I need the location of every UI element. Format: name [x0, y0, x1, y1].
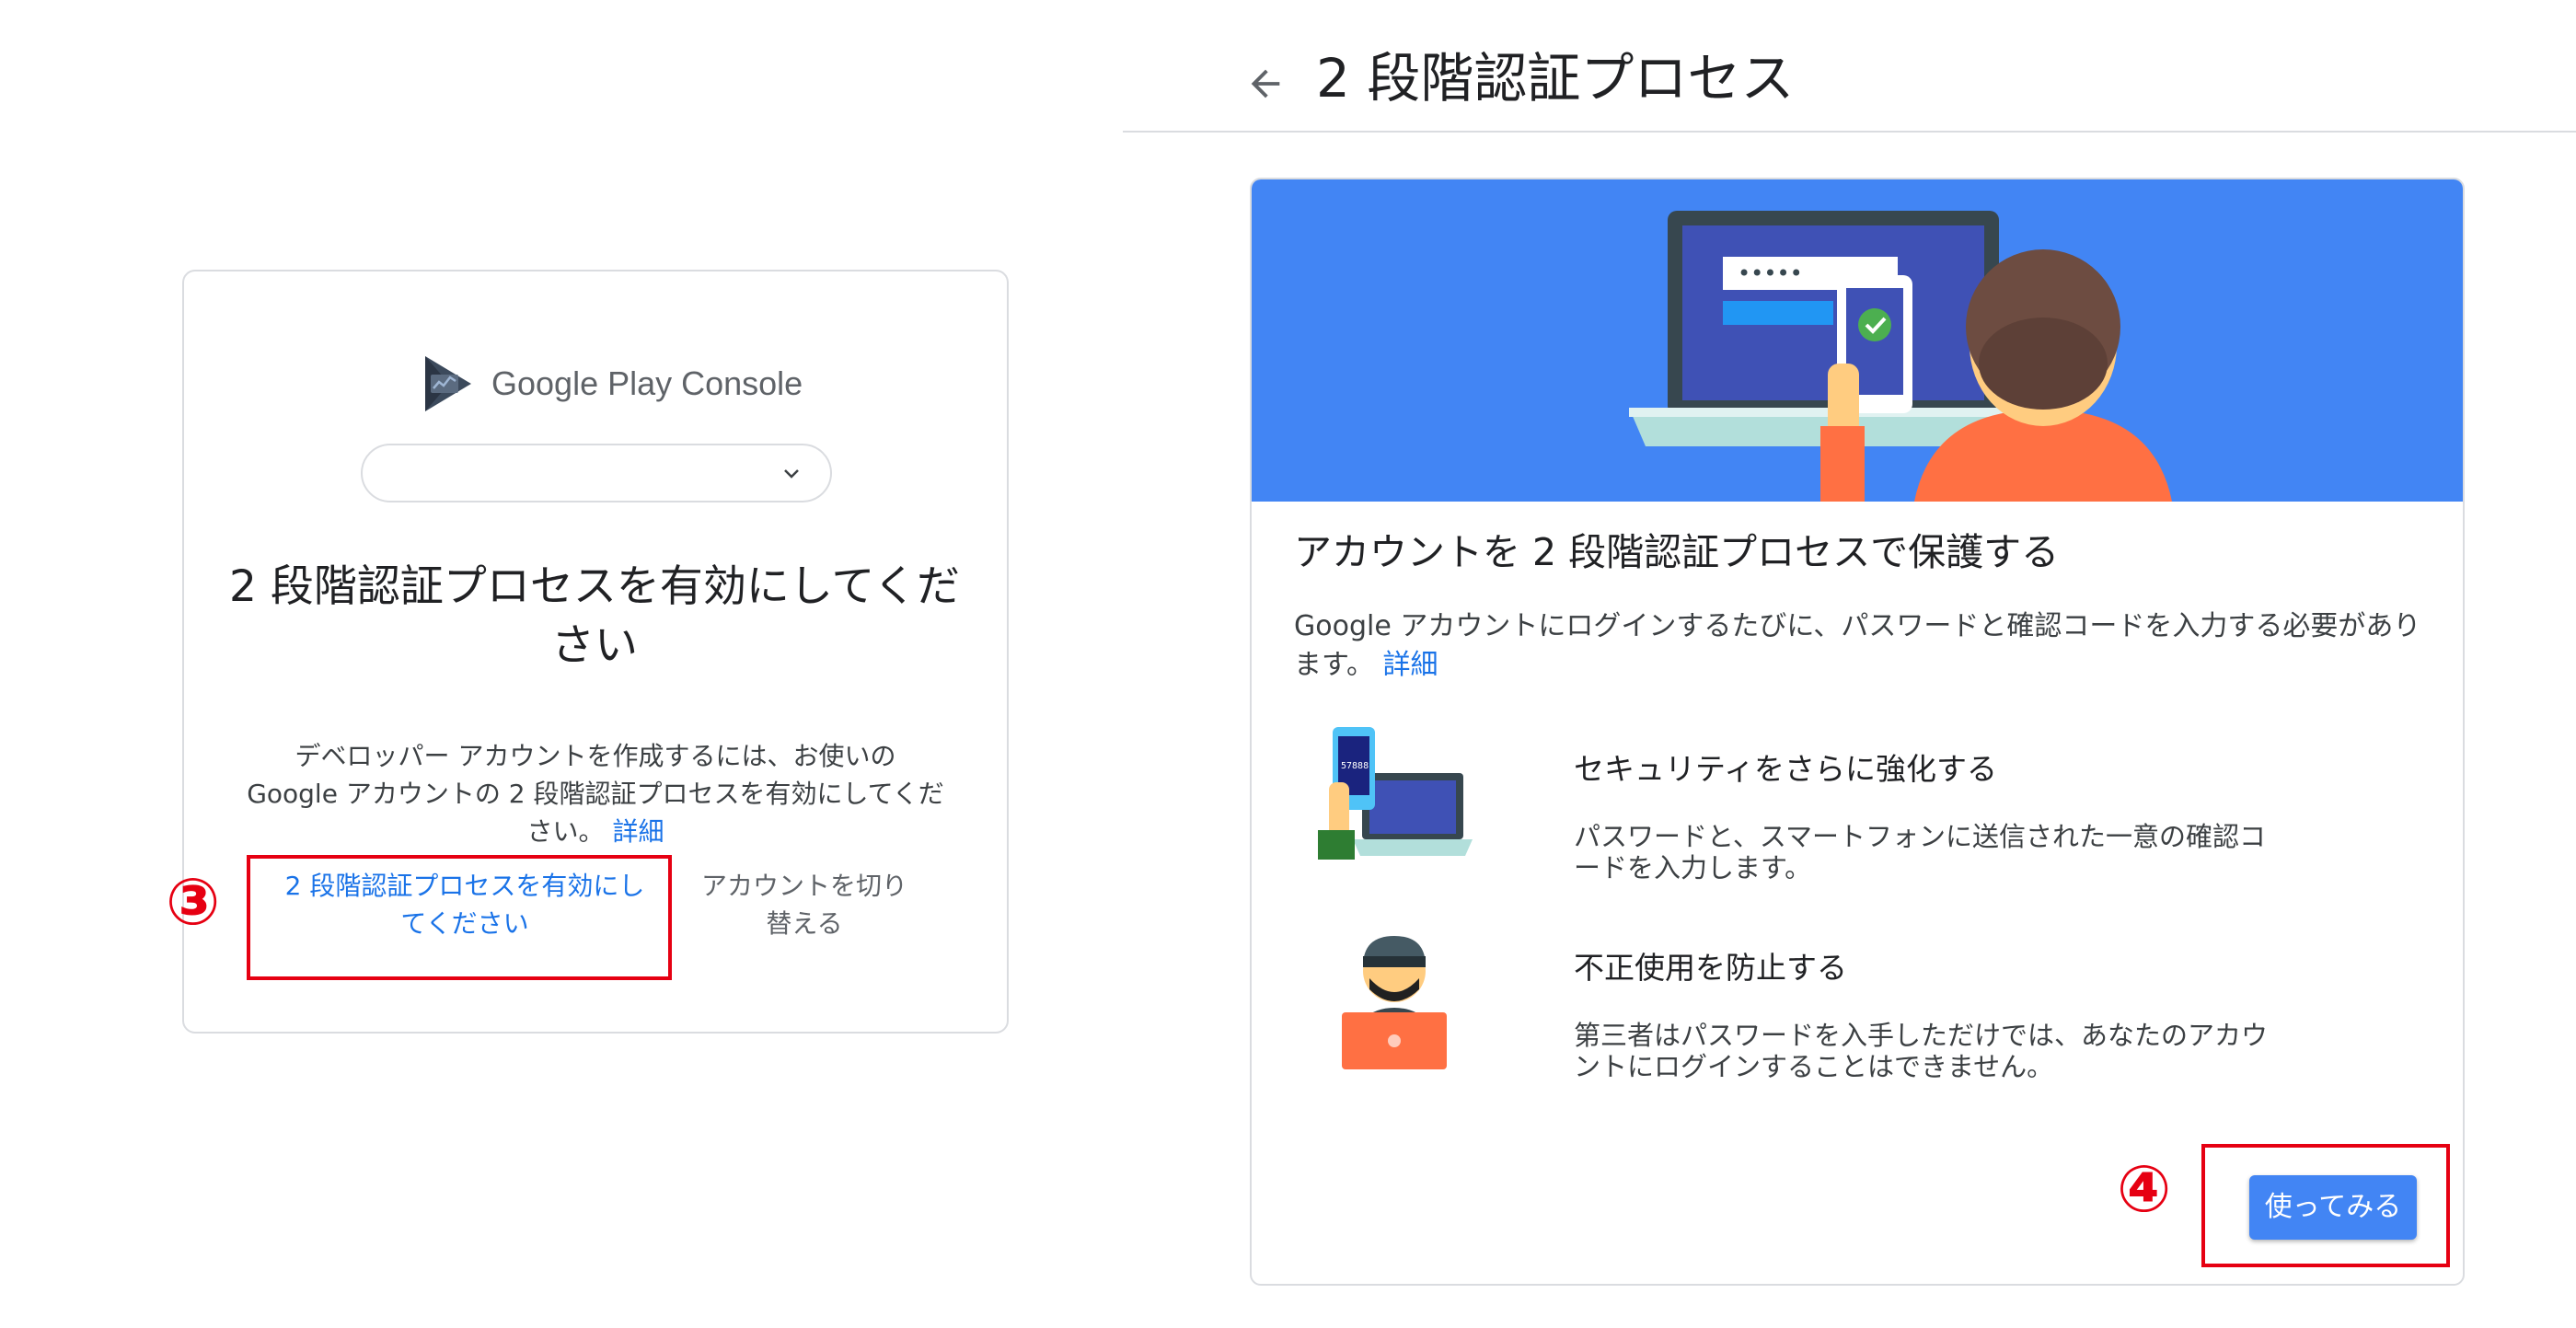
- left-description: デベロッパー アカウントを作成するには、お使いの Google アカウントの 2…: [247, 737, 944, 850]
- annotation-marker-4: ④: [2117, 1151, 2172, 1227]
- feature-1-title: セキュリティをさらに強化する: [1574, 751, 1998, 787]
- annotation-box-4: [2201, 1144, 2450, 1267]
- card-description-text: Google アカウントにログインするたびに、パスワードと確認コードを入力する必…: [1294, 610, 2421, 681]
- header-divider: [1123, 131, 2576, 133]
- hero-banner: •••••: [1252, 179, 2463, 502]
- left-page-title: 2 段階認証プロセスを有効にしてください: [228, 561, 961, 671]
- card-description: Google アカウントにログインするたびに、パスワードと確認コードを入力する必…: [1294, 607, 2435, 685]
- back-arrow-icon[interactable]: [1244, 63, 1287, 105]
- phone-laptop-illustration: 57888: [1318, 727, 1473, 860]
- feature-1-description: パスワードと、スマートフォンに送信された一意の確認コードを入力します。: [1574, 821, 2266, 883]
- feature-2-description: 第三者はパスワードを入手しただけでは、あなたのアカウントにログインすることはでき…: [1574, 1020, 2269, 1082]
- card-title: アカウントを 2 段階認証プロセスで保護する: [1294, 530, 2060, 574]
- left-details-link[interactable]: 詳細: [612, 816, 664, 847]
- card-details-link[interactable]: 詳細: [1383, 649, 1438, 681]
- play-console-logo: Google Play Console: [422, 354, 803, 413]
- svg-text:57888: 57888: [1341, 761, 1369, 771]
- left-description-text: デベロッパー アカウントを作成するには、お使いの Google アカウントの 2…: [247, 741, 944, 847]
- hacker-illustration: [1342, 936, 1447, 1069]
- hero-illustration: •••••: [1629, 211, 2172, 502]
- annotation-marker-3: ③: [166, 864, 221, 940]
- annotation-box-3: [247, 855, 672, 980]
- play-console-icon: [425, 356, 471, 411]
- chevron-down-icon: [784, 469, 799, 479]
- switch-account-button[interactable]: アカウントを切り替える: [692, 867, 917, 942]
- account-select[interactable]: [361, 444, 832, 502]
- logo-text: Google Play Console: [491, 364, 803, 402]
- svg-text:•••••: •••••: [1738, 260, 1803, 286]
- feature-2-title: 不正使用を防止する: [1574, 950, 1847, 986]
- right-page-title: 2 段階認証プロセス: [1316, 47, 1795, 110]
